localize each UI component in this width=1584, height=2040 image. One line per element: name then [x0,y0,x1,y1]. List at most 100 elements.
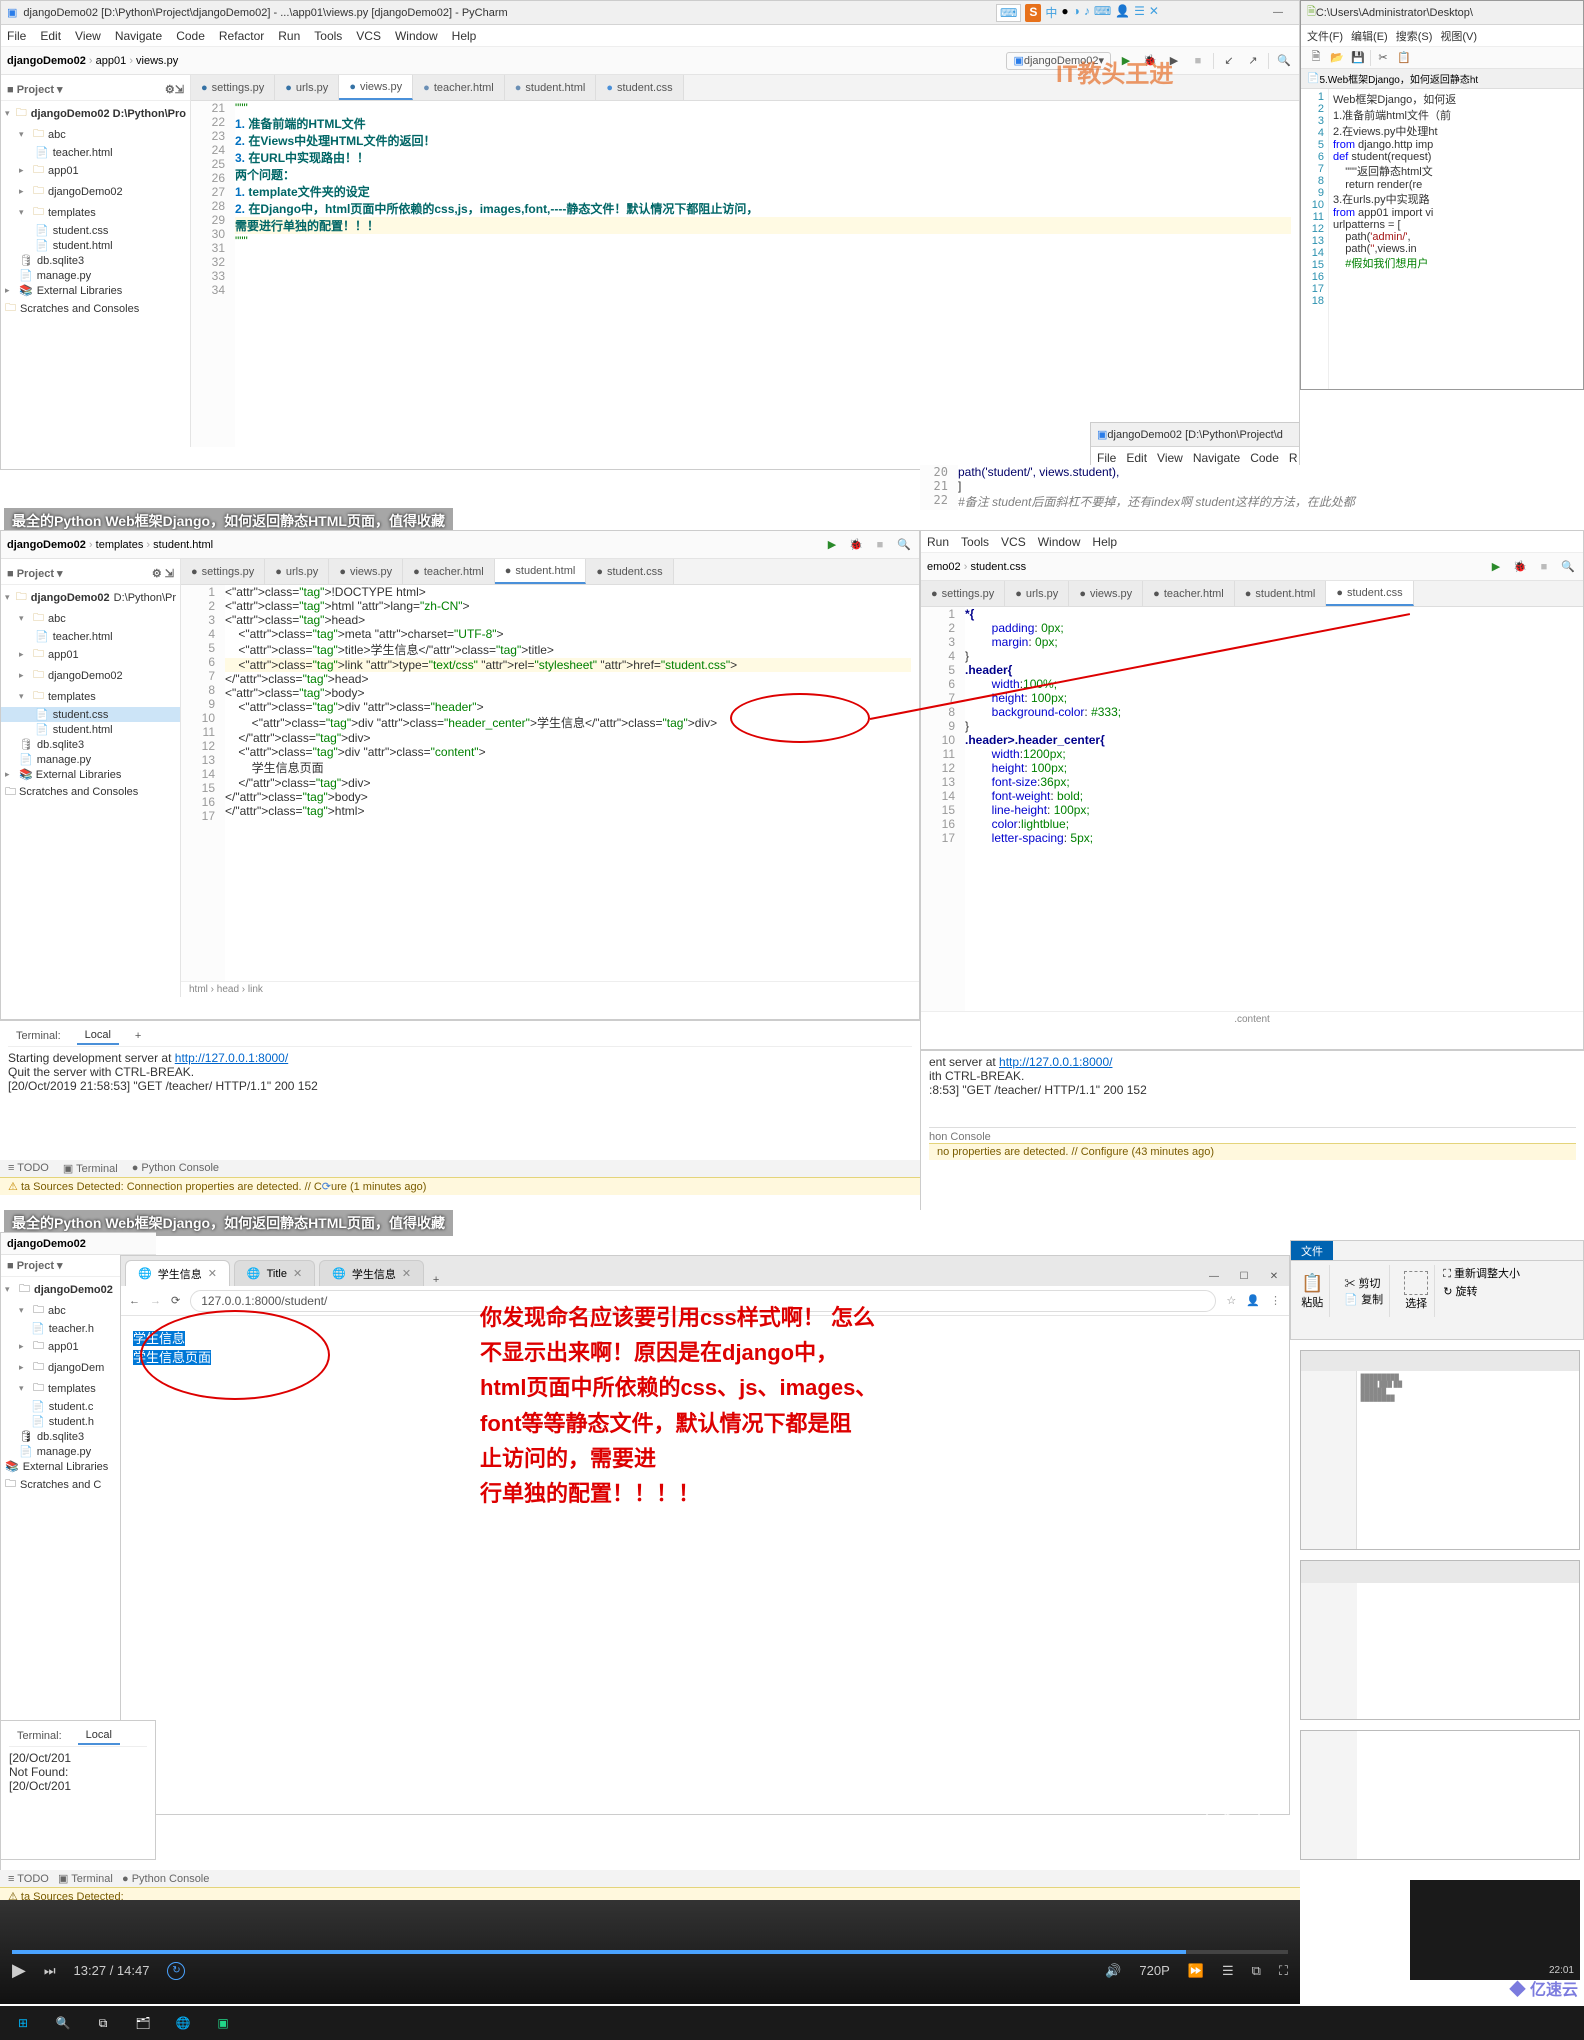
play-icon[interactable]: ▶ [12,1960,26,1981]
p4-tab-urls[interactable]: ● urls.py [1005,581,1069,606]
speed-icon[interactable]: ⏩ [1188,1963,1204,1979]
fullscreen-icon[interactable]: ⛶ [1279,1963,1288,1979]
explorer-icon[interactable]: 🗂 [126,2009,160,2037]
tree-scratches[interactable]: 🗀Scratches and Consoles [1,298,190,319]
p4-search[interactable]: 🔍 [1559,558,1577,576]
br-tab-3[interactable]: 🌐 学生信息 ✕ [319,1260,424,1286]
next-icon[interactable]: ⏭ [44,1963,56,1979]
term1-local[interactable]: Local [77,1027,119,1045]
p2-app01[interactable]: ▸🗀app01 [1,644,180,665]
p2-tab-student-html[interactable]: ● student.html [495,559,587,584]
menu-navigate[interactable]: Navigate [115,29,162,43]
video-quality[interactable]: 720P [1139,1963,1169,1978]
p2-student-css[interactable]: 📄student.css [1,707,180,722]
p4-stop[interactable]: ■ [1535,558,1553,576]
np-file-tab[interactable]: 📄 5.Web框架Django，如何返回静态ht [1301,69,1583,89]
rb-copy[interactable]: 📄 复制 [1344,1291,1383,1307]
term1-url[interactable]: http://127.0.0.1:8000/ [175,1051,288,1065]
p4-menu-tools[interactable]: Tools [961,535,989,549]
frag-menu-nav[interactable]: Navigate [1193,451,1240,465]
back-icon[interactable]: ← [129,1295,140,1307]
menu-tools[interactable]: Tools [314,29,342,43]
p2-tab-settings[interactable]: ● settings.py [181,559,265,584]
terminal-3[interactable]: Terminal:Local [20/Oct/201 Not Found: [2… [0,1720,156,1860]
term2-pyconsole[interactable]: hon Console [929,1127,1576,1143]
p4-tab-settings[interactable]: ● settings.py [921,581,1005,606]
br-max[interactable]: ☐ [1229,1266,1259,1286]
term1-add[interactable]: + [127,1028,149,1044]
profile-icon[interactable]: 👤 [1246,1294,1260,1307]
breadcrumb[interactable]: djangoDemo02 › app01 › views.py [7,55,178,67]
reload-icon[interactable]: ⟳ [171,1294,180,1307]
np-menu-edit[interactable]: 编辑(E) [1351,28,1388,44]
p2-tab-teacher[interactable]: ● teacher.html [403,559,495,584]
menu-run[interactable]: Run [278,29,300,43]
search-taskbar-icon[interactable]: 🔍 [46,2009,80,2037]
p2-project-header[interactable]: ■ Project ▾⚙ ⇲ [1,563,180,585]
rb-rotate[interactable]: ↻ 旋转 [1443,1283,1520,1299]
p4-breadcrumb[interactable]: emo02 › student.css [927,561,1026,573]
menu-refactor[interactable]: Refactor [219,29,264,43]
p5-crumb[interactable]: djangoDemo02 [7,1238,86,1250]
frag-menu-file[interactable]: File [1097,451,1116,465]
sb1-warn[interactable]: ⚠ ta Sources Detected: Connection proper… [0,1177,920,1195]
chrome-icon[interactable]: 🌐 [166,2009,200,2037]
sb1-pycon[interactable]: ● Python Console [132,1162,219,1175]
tree-folder-app01[interactable]: ▸🗀app01 [1,160,190,181]
vol-icon[interactable]: 🔊 [1105,1963,1121,1979]
np-cut-icon[interactable]: ✂ [1374,49,1392,67]
tree-file-db[interactable]: 🛢db.sqlite3 [1,253,190,268]
p2-tree-root[interactable]: ▾🗀djangoDemo02 D:\Python\Pr [1,587,180,608]
menu-file[interactable]: File [7,29,26,43]
settings-icon[interactable]: ⚙ [165,83,175,96]
start-button[interactable]: ⊞ [6,2009,40,2037]
terminal-2[interactable]: ent server at http://127.0.0.1:8000/ ith… [920,1050,1584,1210]
loop-icon[interactable]: ↻ [167,1962,185,1980]
menu-view[interactable]: View [75,29,101,43]
vcs-update-button[interactable]: ↙ [1220,52,1238,70]
tree-folder-templates[interactable]: ▾🗀templates [1,202,190,223]
rb-paste[interactable]: 📋粘贴 [1295,1265,1330,1317]
search-button[interactable]: 🔍 [1275,52,1293,70]
taskview-icon[interactable]: ⧉ [86,2009,120,2037]
p2-db[interactable]: 🛢db.sqlite3 [1,737,180,752]
p4-tab-views[interactable]: ● views.py [1069,581,1143,606]
br-min[interactable]: — [1199,1266,1229,1286]
p2-scratches[interactable]: 🗀 Scratches and Consoles [1,782,180,803]
terminal-1[interactable]: Terminal: Local + Starting development s… [0,1020,920,1150]
np-menu-view[interactable]: 视图(V) [1440,28,1477,44]
frag-menu-view[interactable]: View [1157,451,1183,465]
tree-folder-django[interactable]: ▸🗀djangoDemo02 [1,181,190,202]
star-icon[interactable]: ☆ [1226,1294,1236,1307]
p4-menu-help[interactable]: Help [1092,535,1117,549]
tree-file-teacher[interactable]: 📄teacher.html [1,145,190,160]
frag-menu-edit[interactable]: Edit [1126,451,1147,465]
sb1-term[interactable]: ▣ Terminal [63,1162,118,1175]
tree-file-student-html[interactable]: 📄student.html [1,238,190,253]
p4-code[interactable]: 1234567891011121314151617*{ padding: 0px… [921,607,1583,1011]
np-save-icon[interactable]: 💾 [1349,49,1367,67]
pycharm-taskbar-icon[interactable]: ▣ [206,2009,240,2037]
p2-breadcrumb[interactable]: djangoDemo02 › templates › student.html [7,539,213,551]
play-overlay-icon[interactable]: ▷ [1206,1780,1260,1834]
vcs-commit-button[interactable]: ↗ [1244,52,1262,70]
menu-help[interactable]: Help [452,29,477,43]
br-tab-2[interactable]: 🌐 Title ✕ [234,1260,315,1286]
np-open-icon[interactable]: 📂 [1328,49,1346,67]
p4-menu-window[interactable]: Window [1038,535,1081,549]
p4-tab-teacher[interactable]: ● teacher.html [1143,581,1235,606]
term2-url[interactable]: http://127.0.0.1:8000/ [999,1055,1112,1069]
sb1-todo[interactable]: ≡ TODO [8,1162,49,1175]
menu-vcs[interactable]: VCS [356,29,381,43]
tree-file-css[interactable]: 📄student.css [1,223,190,238]
p2-search-button[interactable]: 🔍 [895,536,913,554]
frag-menu-r[interactable]: R [1289,451,1298,465]
collapse-icon[interactable]: ⇲ [175,83,184,96]
p2-extlib[interactable]: ▸📚 External Libraries [1,767,180,782]
p4-run[interactable]: ▶ [1487,558,1505,576]
p2-tab-urls[interactable]: ● urls.py [265,559,329,584]
np-copy-icon[interactable]: 📋 [1395,49,1413,67]
p2-tab-student-css[interactable]: ● student.css [586,559,673,584]
br-tab-1[interactable]: 🌐 学生信息 ✕ [125,1260,230,1286]
p2-tab-views[interactable]: ● views.py [329,559,403,584]
